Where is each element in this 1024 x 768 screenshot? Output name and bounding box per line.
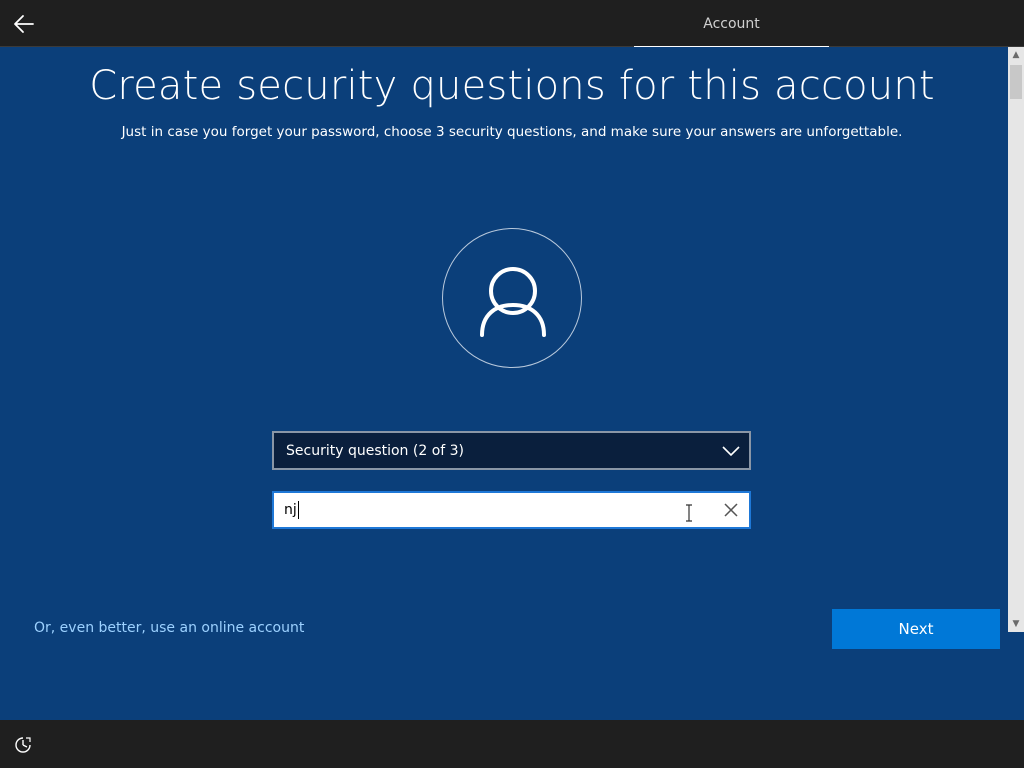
page-subtitle: Just in case you forget your password, c… <box>121 124 903 140</box>
page-title: Create security questions for this accou… <box>89 63 935 109</box>
ease-of-access-icon[interactable] <box>14 736 32 754</box>
tab-account-label: Account <box>703 15 760 32</box>
security-answer-value: nj <box>284 502 297 518</box>
back-button[interactable] <box>10 10 38 38</box>
scroll-up-icon[interactable]: ▲ <box>1008 47 1024 63</box>
close-icon[interactable] <box>721 500 741 520</box>
security-question-dropdown[interactable]: Security question (2 of 3) <box>272 431 751 470</box>
security-answer-input[interactable]: nj <box>272 491 751 529</box>
scroll-gutter <box>1008 632 1024 720</box>
back-arrow-icon <box>14 15 34 33</box>
online-account-link[interactable]: Or, even better, use an online account <box>34 620 304 636</box>
avatar <box>442 228 582 368</box>
top-bar: Account <box>0 0 1024 48</box>
scroll-down-icon[interactable]: ▼ <box>1008 616 1024 632</box>
security-question-selected: Security question (2 of 3) <box>286 442 465 459</box>
tab-account[interactable]: Account <box>634 0 829 48</box>
bottom-bar <box>0 720 1024 768</box>
chevron-down-icon <box>722 446 740 457</box>
next-button[interactable]: Next <box>832 609 1000 649</box>
user-icon <box>480 267 546 337</box>
ibeam-cursor-icon <box>686 504 692 522</box>
text-caret <box>297 501 299 519</box>
